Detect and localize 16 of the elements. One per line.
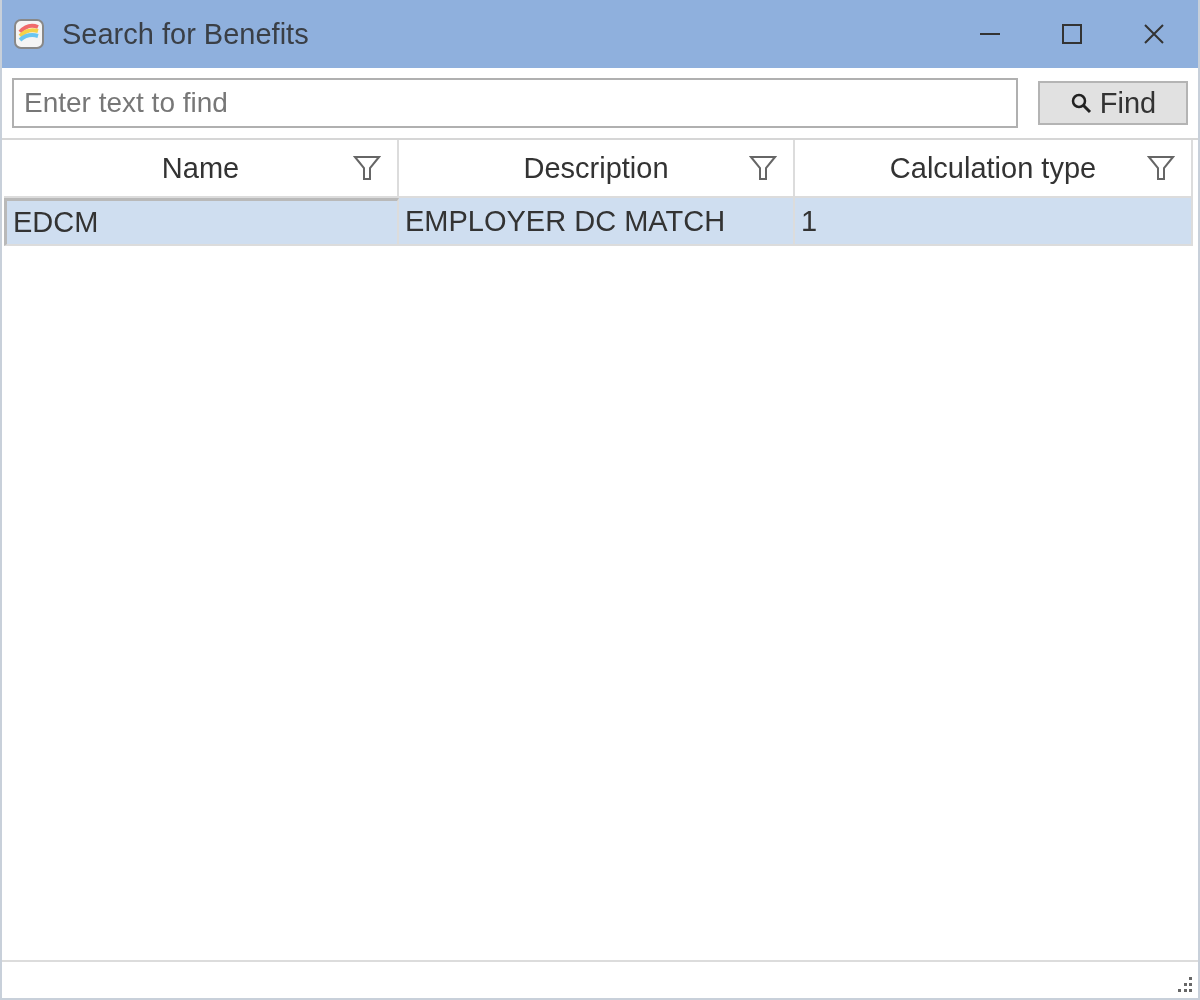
column-header[interactable]: Description <box>399 140 795 198</box>
search-icon <box>1069 92 1092 114</box>
search-field[interactable]: Enter text to find <box>12 78 1018 128</box>
filter-icon[interactable] <box>749 154 777 182</box>
filter-icon[interactable] <box>1147 154 1175 182</box>
maximize-icon[interactable] <box>1061 23 1083 45</box>
table-cell[interactable]: 1 <box>795 198 1193 246</box>
close-icon[interactable] <box>1143 23 1165 45</box>
app-icon <box>14 19 44 49</box>
table-cell[interactable]: EDCM <box>4 198 399 246</box>
column-header[interactable]: Calculation type <box>795 140 1193 198</box>
find-button[interactable]: Find <box>1038 81 1188 125</box>
window-title: Search for Benefits <box>62 17 310 51</box>
column-header[interactable]: Name <box>4 140 399 198</box>
filter-icon[interactable] <box>353 154 381 182</box>
table-cell[interactable]: EMPLOYER DC MATCH <box>399 198 795 246</box>
